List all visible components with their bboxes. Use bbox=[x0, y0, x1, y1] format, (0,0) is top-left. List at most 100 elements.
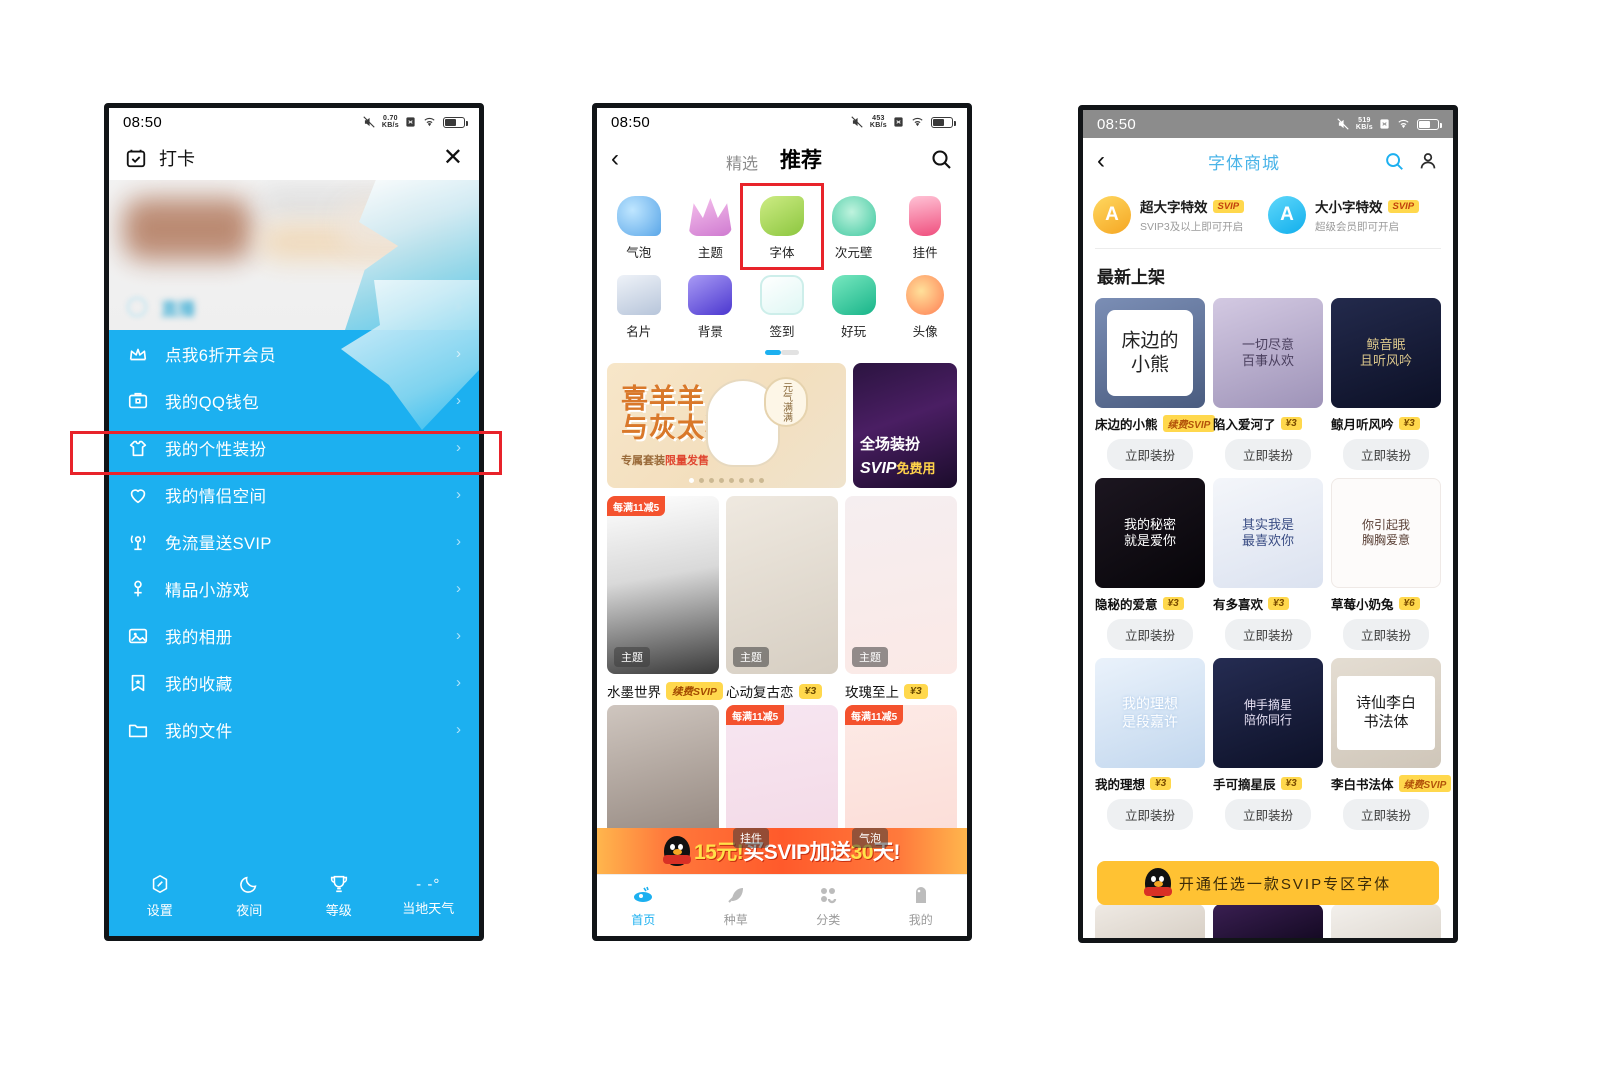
font-card[interactable]: 床边的 小熊 床边的小熊 续费SVIP 立即装扮 bbox=[1095, 298, 1216, 470]
trophy-icon bbox=[330, 875, 347, 893]
mute-icon bbox=[851, 116, 863, 128]
category-item-fun[interactable]: 好玩 bbox=[818, 267, 890, 346]
font-preview: 诗仙李白 书法体 bbox=[1331, 658, 1441, 768]
apply-button[interactable]: 立即装扮 bbox=[1225, 799, 1311, 830]
menu-item-couple-space[interactable]: 我的情侣空间 › bbox=[109, 471, 479, 518]
profile-icon[interactable] bbox=[1417, 150, 1439, 172]
status-time: 08:50 bbox=[1097, 115, 1137, 133]
product-card[interactable]: 每满11减5 主题 水墨世界 续费SVIP bbox=[607, 496, 723, 705]
tab-mine[interactable]: 我的 bbox=[875, 875, 968, 936]
product-type-tag: 挂件 bbox=[733, 828, 769, 848]
store-tabs: 精选 推荐 bbox=[726, 144, 822, 174]
status-bar: 08:50 453 KB/s bbox=[597, 108, 967, 136]
category-item-theme[interactable]: 主题 bbox=[675, 188, 747, 267]
menu-item-decoration[interactable]: 我的个性装扮 › bbox=[109, 424, 479, 471]
menu-item-mini-games[interactable]: 精品小游戏 › bbox=[109, 565, 479, 612]
font-card[interactable]: 一切尽意 百事从欢 陷入爱河了 ¥3 立即装扮 bbox=[1213, 298, 1323, 470]
banner-pleasant-goat[interactable]: 喜羊羊 与灰太狼 专属套装限量发售 元气满满 bbox=[607, 363, 846, 488]
font-card[interactable]: 伸手摘星 陪你同行 手可摘星辰 ¥3 立即装扮 bbox=[1213, 658, 1323, 830]
apply-button[interactable]: 立即装扮 bbox=[1343, 619, 1429, 650]
menu-item-free-data-svip[interactable]: 免流量送SVIP › bbox=[109, 518, 479, 565]
signal-icon bbox=[130, 534, 146, 550]
menu-item-favorites[interactable]: 我的收藏 › bbox=[109, 659, 479, 706]
font-meta: 鲸月听风吟 ¥3 bbox=[1331, 408, 1441, 439]
profile-banner: 直播 › bbox=[109, 180, 479, 330]
net-speed: 453 KB/s bbox=[869, 115, 887, 129]
footer-item-level[interactable]: 等级 bbox=[294, 873, 384, 919]
category-item-dimension-wall[interactable]: 次元壁 bbox=[818, 188, 890, 267]
product-type-tag: 主题 bbox=[733, 647, 769, 667]
font-card[interactable]: 我的理想 是段嘉许 我的理想 ¥3 立即装扮 bbox=[1095, 658, 1205, 830]
live-entry-row[interactable]: 直播 › bbox=[109, 284, 479, 330]
apply-button[interactable]: 立即装扮 bbox=[1343, 799, 1429, 830]
font-preview-partial[interactable] bbox=[1331, 904, 1441, 938]
menu-item-files[interactable]: 我的文件 › bbox=[109, 706, 479, 753]
banner-dots bbox=[607, 478, 846, 483]
banner-svip-free[interactable]: 全场装扮 SVIP免费用 bbox=[853, 363, 957, 488]
category-item-bubble[interactable]: 气泡 bbox=[603, 188, 675, 267]
category-item-avatar[interactable]: 头像 bbox=[889, 267, 961, 346]
effect-item-size-font[interactable]: A 大小字特效 SVIP 超级会员即可开启 bbox=[1268, 196, 1443, 234]
apply-button[interactable]: 立即装扮 bbox=[1225, 439, 1311, 470]
product-card[interactable]: 主题 心动复古恋 ¥3 bbox=[726, 496, 838, 705]
font-preview-partial[interactable] bbox=[1213, 904, 1323, 938]
font-meta: 手可摘星辰 ¥3 bbox=[1213, 768, 1323, 799]
product-name: 玫瑰至上 bbox=[845, 685, 899, 700]
font-preview: 其实我是 最喜欢你 bbox=[1213, 478, 1323, 588]
apply-button[interactable]: 立即装扮 bbox=[1343, 439, 1429, 470]
menu-label: 我的文件 bbox=[165, 722, 233, 741]
tab-home[interactable]: 首页 bbox=[597, 875, 690, 936]
footer-item-weather[interactable]: - -° 当地天气 bbox=[384, 876, 474, 917]
menu-item-vip[interactable]: 点我6折开会员 › bbox=[109, 330, 479, 377]
footer-label: 夜间 bbox=[236, 903, 263, 918]
category-item-font[interactable]: 字体 bbox=[740, 183, 824, 270]
svip-cta-banner[interactable]: 开通任选一款SVIP专区字体 bbox=[1097, 861, 1439, 905]
footer-label: 等级 bbox=[325, 903, 352, 918]
product-card[interactable]: 主题 玫瑰至上 ¥3 bbox=[845, 496, 957, 705]
font-card[interactable]: 你引起我 胸胸爱意 草莓小奶兔 ¥6 立即装扮 bbox=[1331, 478, 1441, 650]
tab-discover[interactable]: 种草 bbox=[690, 875, 783, 936]
menu-item-wallet[interactable]: 我的QQ钱包 › bbox=[109, 377, 479, 424]
font-card[interactable]: 我的秘密 就是爱你 隐秘的爱意 ¥3 立即装扮 bbox=[1095, 478, 1205, 650]
chevron-right-icon: › bbox=[455, 298, 461, 315]
chevron-right-icon: › bbox=[456, 392, 461, 409]
font-preview-partial[interactable] bbox=[1095, 904, 1205, 938]
footer-item-settings[interactable]: 设置 bbox=[115, 873, 205, 919]
category-item-pendant[interactable]: 挂件 bbox=[889, 188, 961, 267]
category-item-checkin[interactable]: 签到 bbox=[746, 267, 818, 346]
apply-button[interactable]: 立即装扮 bbox=[1107, 799, 1193, 830]
checkin-icon bbox=[759, 275, 804, 315]
effect-item-big-font[interactable]: A 超大字特效 SVIP SVIP3及以上即可开启 bbox=[1093, 196, 1268, 234]
settings-icon bbox=[152, 874, 167, 894]
back-button[interactable]: ‹ bbox=[611, 147, 619, 171]
tab-featured[interactable]: 精选 bbox=[726, 150, 758, 174]
svip-promo-banner[interactable]: 15元!买SVIP加送30天! bbox=[597, 828, 967, 874]
font-price: 续费SVIP bbox=[1162, 415, 1216, 432]
font-meta: 床边的小熊 续费SVIP bbox=[1095, 408, 1216, 439]
search-icon[interactable] bbox=[1383, 150, 1405, 172]
tab-category[interactable]: 分类 bbox=[782, 875, 875, 936]
back-button[interactable]: ‹ bbox=[1097, 149, 1105, 173]
search-icon[interactable] bbox=[929, 147, 953, 171]
font-card[interactable]: 诗仙李白 书法体 李白书法体 续费SVIP 立即装扮 bbox=[1331, 658, 1452, 830]
font-meta: 隐秘的爱意 ¥3 bbox=[1095, 588, 1205, 619]
font-card[interactable]: 其实我是 最喜欢你 有多喜欢 ¥3 立即装扮 bbox=[1213, 478, 1323, 650]
category-item-background[interactable]: 背景 bbox=[675, 267, 747, 346]
banner-bubble-text: 元气满满 bbox=[764, 377, 808, 427]
status-icons: 0.70 KB/s bbox=[362, 115, 468, 129]
qq-penguin-icon bbox=[662, 836, 691, 866]
footer-item-night[interactable]: 夜间 bbox=[205, 873, 295, 919]
tab-recommend[interactable]: 推荐 bbox=[780, 144, 822, 174]
status-bar: 08:50 519 KB/s bbox=[1083, 110, 1453, 138]
menu-item-album[interactable]: 我的相册 › bbox=[109, 612, 479, 659]
font-card[interactable]: 鲸音眠 且听风吟 鲸月听风吟 ¥3 立即装扮 bbox=[1331, 298, 1441, 470]
font-price: ¥3 bbox=[1280, 417, 1302, 430]
menu-label: 我的个性装扮 bbox=[165, 440, 267, 459]
category-item-namecard[interactable]: 名片 bbox=[603, 267, 675, 346]
apply-button[interactable]: 立即装扮 bbox=[1107, 619, 1193, 650]
menu-label: 我的收藏 bbox=[165, 675, 233, 694]
close-button[interactable]: ✕ bbox=[443, 146, 463, 170]
apply-button[interactable]: 立即装扮 bbox=[1107, 439, 1193, 470]
apply-button[interactable]: 立即装扮 bbox=[1225, 619, 1311, 650]
indicator-inactive bbox=[781, 350, 799, 355]
